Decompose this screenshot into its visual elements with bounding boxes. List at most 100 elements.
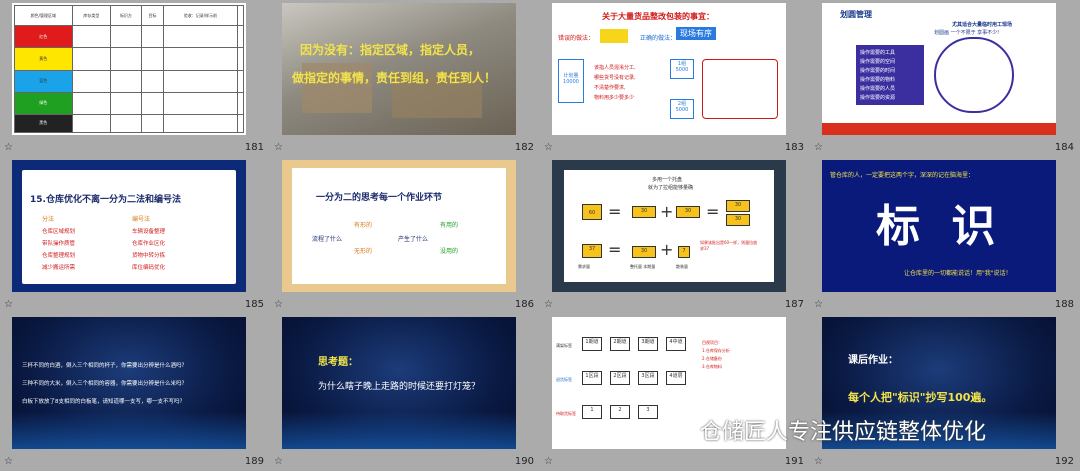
slide-number: 186: [514, 299, 534, 310]
slide-text: 5000: [675, 67, 689, 73]
slide-text: 让仓库里的一切都能说话！用"我"说话！: [904, 270, 1012, 277]
label-box: 1区段: [582, 371, 602, 385]
slide-number: 184: [1054, 142, 1074, 153]
slide-number: 192: [1054, 456, 1074, 467]
list-item: 仓库作业区化: [132, 241, 166, 247]
slide-text: 物料用多少要多少: [594, 95, 635, 101]
number-box: 30: [632, 246, 656, 258]
slide-thumbnail-187[interactable]: 多用一个托盘 就为了拉组能够量确 60 = 30 + 30 = 30 30 37…: [552, 160, 786, 292]
slide-number: 188: [1054, 299, 1074, 310]
slide-thumbnail-188[interactable]: 管仓库的人，一定要把这两个字，深深的记在脑海里： 标 识 让仓库里的一切都能说话…: [822, 160, 1056, 292]
star-icon[interactable]: ☆: [544, 300, 553, 310]
star-icon[interactable]: ☆: [274, 143, 283, 153]
table-header: 库存类型: [71, 4, 112, 27]
slide-thumbnail-186[interactable]: 一分为二的思考每一个作业环节 流程了什么 有形的 无形的 产生了什么 有用的 没…: [282, 160, 516, 292]
slide-cell: 多用一个托盘 就为了拉组能够量确 60 = 30 + 30 = 30 30 37…: [540, 157, 810, 314]
label-box: 1: [582, 405, 602, 419]
list-item: 操作需要的空间: [860, 59, 896, 65]
slide-thumbnail-185[interactable]: 15.仓库优化不离一分为二法和编号法 分法 编号法 仓库区域规划 带队操作质管 …: [12, 160, 246, 292]
slide-thumbnail-189[interactable]: 三杯不同的白酒，倒入三个相同的杯子，你需要出分辨是什么酒吗？ 三种不同的大米，倒…: [12, 317, 246, 449]
slide-title: 课后作业：: [848, 355, 898, 366]
slide-number: 185: [244, 299, 264, 310]
label-box: 3: [638, 405, 658, 419]
slide-thumbnail-181[interactable]: 颜色/管理区域 库存类型 标识方 目标 验收：记录/样示前 红色 黄色 蓝色 绿色 黑色: [12, 3, 246, 135]
slide-text: 错误的做法：: [558, 35, 595, 42]
slide-text: 管仓库的人，一定要把这两个字，深深的记在脑海里：: [830, 172, 975, 179]
label-box: 4道层: [666, 371, 686, 385]
table-cell: 黄色: [14, 47, 73, 71]
slide-cell: 管仓库的人，一定要把这两个字，深深的记在脑海里： 标 识 让仓库里的一切都能说话…: [810, 157, 1080, 314]
star-icon[interactable]: ☆: [814, 457, 823, 467]
table-header: 标识方: [110, 4, 142, 27]
slide-cell: 三杯不同的白酒，倒入三个相同的杯子，你需要出分辨是什么酒吗？ 三种不同的大米，倒…: [0, 314, 270, 471]
label-box: 3期道: [638, 337, 658, 351]
table-cell: 黑色: [14, 113, 73, 134]
slide-number: 189: [244, 456, 264, 467]
list-item: 2.仓储备份: [702, 356, 722, 361]
slide-title: 15.仓库优化不离一分为二法和编号法: [30, 195, 181, 205]
label-box: 4中道: [666, 337, 686, 351]
wechat-icon: [672, 419, 697, 439]
slide-text: 产生了什么: [398, 236, 429, 243]
star-icon[interactable]: ☆: [544, 457, 553, 467]
row-label: 满架标签: [556, 343, 572, 348]
slide-text: 流程了什么: [312, 236, 343, 243]
slide-text: 就为了拉组能够量确: [648, 185, 694, 191]
list-item: 操作需要的物料: [860, 77, 896, 83]
slide-text: 5000: [675, 107, 689, 113]
slide-cell: 颜色/管理区域 库存类型 标识方 目标 验收：记录/样示前 红色 黄色 蓝色 绿色 黑色…: [0, 0, 270, 157]
star-icon[interactable]: ☆: [274, 300, 283, 310]
list-item: 操作需要的人员: [860, 86, 896, 92]
star-icon[interactable]: ☆: [4, 300, 13, 310]
list-item: 操作需要的工具: [860, 50, 896, 56]
slide-text: 每个人把"标识"抄写100遍。: [848, 391, 993, 404]
slide-text: 正确的做法：: [640, 35, 677, 42]
table-cell: 蓝色: [14, 69, 73, 93]
slide-thumbnail-182[interactable]: 因为没有：指定区域，指定人员， 做指定的事情，责任到组，责任到人！: [282, 3, 516, 135]
slide-number: 182: [514, 142, 534, 153]
slide-text: 如果该批出是60一样，则量拉放求37: [700, 240, 758, 251]
slide-subtitle: 尤其适合大量临时用工现场: [952, 22, 1013, 28]
list-item: 库位编码优化: [132, 265, 166, 271]
star-icon[interactable]: ☆: [274, 457, 283, 467]
slide-big-title: 标 识: [876, 201, 1004, 252]
slide-thumbnail-183[interactable]: 关于大量货品整改包装的事宜： 错误的做法： 正确的做法： 现场有序 计划量 100…: [552, 3, 786, 135]
list-item: 3.仓库物料: [702, 364, 722, 369]
color-matrix-table: 颜色/管理区域 库存类型 标识方 目标 验收：记录/样示前 红色 黄色 蓝色 绿色 黑色: [14, 4, 245, 134]
slide-cell: 因为没有：指定区域，指定人员， 做指定的事情，责任到组，责任到人！ ☆ 182: [270, 0, 540, 157]
slide-number: 183: [784, 142, 804, 153]
column-header: 分法: [42, 216, 55, 223]
number-box: 30: [632, 206, 656, 218]
star-icon[interactable]: ☆: [4, 457, 13, 467]
star-icon[interactable]: ☆: [544, 143, 553, 153]
list-item: 仓库整理规划: [42, 253, 76, 259]
slide-number: 187: [784, 299, 804, 310]
star-icon[interactable]: ☆: [814, 143, 823, 153]
slide-cell: 一分为二的思考每一个作业环节 流程了什么 有形的 无形的 产生了什么 有用的 没…: [270, 157, 540, 314]
slide-title: 一分为二的思考每一个作业环节: [316, 193, 443, 203]
list-item: 带队操作质管: [42, 241, 76, 247]
column-header: 编号法: [132, 216, 151, 223]
label-box: 2区段: [610, 371, 630, 385]
number-box: 30: [726, 200, 750, 212]
slide-thumbnail-190[interactable]: 思考题： 为什么瞎子晚上走路的时候还要打灯笼？: [282, 317, 516, 449]
table-header: 颜色/管理区域: [14, 4, 73, 27]
row-label: 退货标签: [556, 377, 572, 382]
table-cell: 绿色: [14, 91, 73, 115]
list-item: 操作需要的时间: [860, 68, 896, 74]
table-cell: 红色: [14, 25, 73, 49]
slide-number: 191: [784, 456, 804, 467]
slide-text: 散装量: [676, 264, 688, 269]
row-label: 待取货标签: [556, 411, 576, 416]
slide-text: 为什么瞎子晚上走路的时候还要打灯笼？: [318, 382, 481, 392]
list-item: 仓库区域规划: [42, 229, 76, 235]
table-header: 验收：记录/样示前: [163, 4, 238, 27]
star-icon[interactable]: ☆: [814, 300, 823, 310]
slide-cell: 关于大量货品整改包装的事宜： 错误的做法： 正确的做法： 现场有序 计划量 100…: [540, 0, 810, 157]
slide-text: 整托量 本期量: [630, 264, 656, 269]
slide-badge: 现场有序: [676, 27, 716, 40]
slide-text: 有形的: [354, 222, 373, 229]
slide-thumbnail-184[interactable]: 划圆管理 尤其适合大量临时用工现场 操作需要的工具 操作需要的空间 操作需要的时…: [822, 3, 1056, 135]
star-icon[interactable]: ☆: [4, 143, 13, 153]
slide-title: 关于大量货品整改包装的事宜：: [602, 12, 714, 21]
